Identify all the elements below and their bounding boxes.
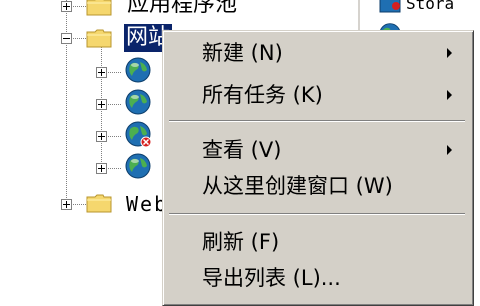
detail-item-label[interactable]: Stora [406,0,454,13]
folder-icon [86,0,112,16]
folder-icon [86,29,112,48]
globe-icon[interactable] [124,88,152,116]
tree-connector [66,0,67,210]
globe-icon[interactable] [124,56,152,84]
expand-toggle[interactable] [96,99,107,110]
expand-toggle[interactable] [96,163,107,174]
menu-item-new-window-from-here[interactable]: 从这里创建窗口 (W) [166,171,468,201]
expand-toggle[interactable] [96,131,107,142]
menu-item-label: 查看 (V) [202,138,282,162]
storage-icon [379,0,401,13]
folder-icon [86,194,112,213]
menu-item-label: 新建 (N) [202,41,283,65]
menu-item-view[interactable]: 查看 (V) [166,135,468,165]
submenu-arrow-icon [447,48,452,58]
menu-separator [169,213,465,215]
expand-toggle[interactable] [61,1,72,12]
context-menu: 新建 (N) 所有任务 (K) 查看 (V) 从这里创建窗口 (W) 刷新 (F… [162,30,474,306]
menu-item-new[interactable]: 新建 (N) [166,38,468,68]
collapse-toggle[interactable] [61,33,72,44]
tree-item-app-pools[interactable]: 应用程序池 [127,0,237,19]
menu-item-all-tasks[interactable]: 所有任务 (K) [166,80,468,110]
menu-item-label: 所有任务 (K) [202,83,323,107]
menu-item-label: 刷新 (F) [202,230,280,254]
expand-toggle[interactable] [61,199,72,210]
menu-separator [169,120,465,122]
expand-toggle[interactable] [96,67,107,78]
menu-item-export-list[interactable]: 导出列表 (L)... [166,263,468,293]
submenu-arrow-icon [447,90,452,100]
globe-icon[interactable] [124,152,152,180]
submenu-arrow-icon [447,145,452,155]
menu-item-label: 从这里创建窗口 (W) [202,174,393,198]
menu-item-label: 导出列表 (L)... [202,266,341,290]
menu-item-refresh[interactable]: 刷新 (F) [166,227,468,257]
globe-stopped-icon[interactable] [124,120,152,148]
